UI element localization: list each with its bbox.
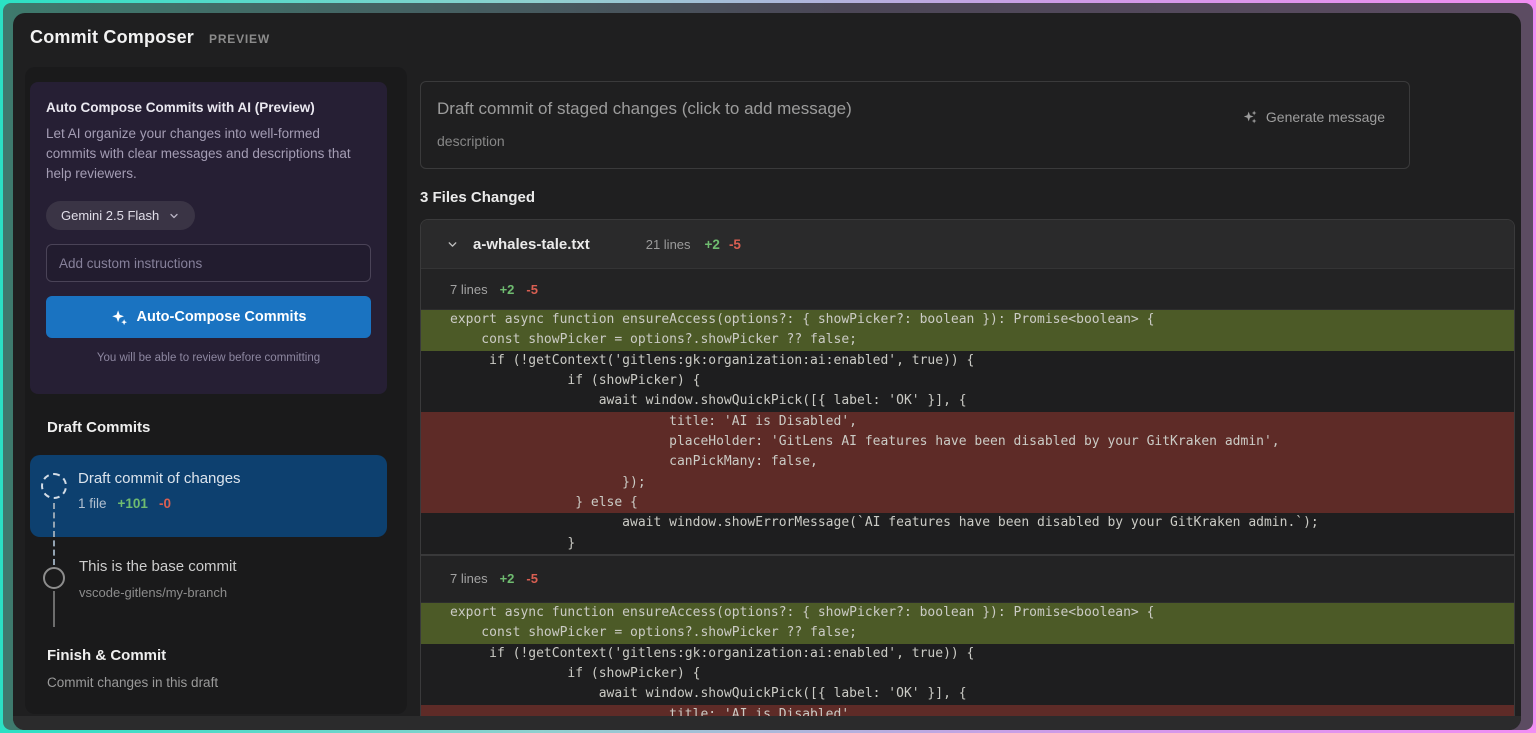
file-deletions: -5 (729, 237, 741, 252)
diff-line: const showPicker = options?.showPicker ?… (421, 330, 1514, 350)
file-line-count: 21 lines (646, 237, 691, 252)
hunk-deletions: -5 (526, 282, 538, 297)
model-selector[interactable]: Gemini 2.5 Flash (46, 201, 195, 230)
diff-line: title: 'AI is Disabled', (421, 705, 1514, 716)
commit-message-title[interactable]: Draft commit of staged changes (click to… (437, 99, 852, 119)
sparkle-icon (1242, 109, 1258, 125)
review-footnote: You will be able to review before commit… (46, 352, 371, 364)
hunk-header[interactable]: 7 lines +2 -5 (421, 554, 1514, 603)
diff-line: export async function ensureAccess(optio… (421, 603, 1514, 623)
draft-additions: +101 (118, 496, 148, 511)
diff-line: if (showPicker) { (421, 371, 1514, 391)
hunk-line-count: 7 lines (450, 571, 488, 586)
draft-commit-meta: 1 file +101 -0 (78, 496, 171, 511)
base-commit-icon (43, 567, 65, 589)
draft-deletions: -0 (159, 496, 171, 511)
finish-commit-heading: Finish & Commit (47, 647, 166, 664)
generate-message-button[interactable]: Generate message (1236, 108, 1391, 126)
diff-line: if (!getContext('gitlens:gk:organization… (421, 644, 1514, 664)
custom-instructions-input[interactable] (46, 244, 371, 282)
file-name: a-whales-tale.txt (473, 236, 590, 253)
draft-commit-title: Draft commit of changes (78, 470, 241, 487)
model-selector-label: Gemini 2.5 Flash (61, 208, 159, 223)
draft-commit-icon (41, 473, 67, 499)
ai-panel-title: Auto Compose Commits with AI (Preview) (46, 100, 371, 115)
page-title: Commit Composer (30, 27, 194, 48)
commit-connector-dashed-line (53, 503, 55, 565)
diff-line: placeHolder: 'GitLens AI features have b… (421, 432, 1514, 452)
draft-file-count: 1 file (78, 496, 107, 511)
commit-message-box[interactable]: Draft commit of staged changes (click to… (420, 81, 1410, 169)
diff-line: title: 'AI is Disabled', (421, 412, 1514, 432)
base-commit-title[interactable]: This is the base commit (79, 558, 237, 575)
diff-line: } (421, 534, 1514, 554)
ai-panel-description: Let AI organize your changes into well-f… (46, 124, 366, 184)
bottom-strip (13, 716, 1521, 730)
hunk-line-count: 7 lines (450, 282, 488, 297)
auto-compose-label: Auto-Compose Commits (137, 309, 307, 325)
diff-line: } else { (421, 493, 1514, 513)
diff-line: export async function ensureAccess(optio… (421, 310, 1514, 330)
diff-line: }); (421, 473, 1514, 493)
chevron-down-icon (168, 210, 180, 222)
chevron-down-icon (446, 238, 459, 251)
finish-commit-subtitle: Commit changes in this draft (47, 675, 218, 690)
diff-code-block: export async function ensureAccess(optio… (421, 310, 1514, 554)
file-header-row[interactable]: a-whales-tale.txt 21 lines +2 -5 (421, 220, 1514, 269)
hunk-header[interactable]: 7 lines +2 -5 (421, 269, 1514, 310)
draft-commit-card[interactable]: Draft commit of changes 1 file +101 -0 (30, 455, 387, 537)
file-additions: +2 (705, 237, 720, 252)
diff-code-block: export async function ensureAccess(optio… (421, 603, 1514, 716)
diff-line: await window.showErrorMessage(`AI featur… (421, 513, 1514, 533)
ai-compose-panel: Auto Compose Commits with AI (Preview) L… (30, 82, 387, 394)
commit-composer-window: Commit Composer PREVIEW Auto Compose Com… (13, 13, 1521, 730)
hunk-additions: +2 (500, 282, 515, 297)
sparkle-icon (111, 309, 128, 326)
file-diff-card: a-whales-tale.txt 21 lines +2 -5 7 lines… (420, 219, 1515, 716)
base-commit-branch: vscode-gitlens/my-branch (79, 585, 227, 600)
sidebar: Auto Compose Commits with AI (Preview) L… (25, 67, 407, 714)
diff-line: canPickMany: false, (421, 452, 1514, 472)
app-header: Commit Composer PREVIEW (30, 27, 270, 48)
diff-line: if (showPicker) { (421, 664, 1514, 684)
hunk-deletions: -5 (526, 571, 538, 586)
auto-compose-button[interactable]: Auto-Compose Commits (46, 296, 371, 338)
diff-line: if (!getContext('gitlens:gk:organization… (421, 351, 1514, 371)
hunk-additions: +2 (500, 571, 515, 586)
files-changed-heading: 3 Files Changed (420, 189, 535, 206)
screenshot-frame: Commit Composer PREVIEW Auto Compose Com… (0, 0, 1536, 733)
commit-connector-solid-line (53, 591, 55, 627)
diff-line: await window.showQuickPick([{ label: 'OK… (421, 391, 1514, 411)
draft-commits-heading: Draft Commits (47, 419, 150, 436)
preview-badge: PREVIEW (209, 32, 270, 46)
diff-line: const showPicker = options?.showPicker ?… (421, 623, 1514, 643)
generate-message-label: Generate message (1266, 109, 1385, 125)
diff-line: await window.showQuickPick([{ label: 'OK… (421, 684, 1514, 704)
commit-message-description[interactable]: description (437, 133, 505, 149)
